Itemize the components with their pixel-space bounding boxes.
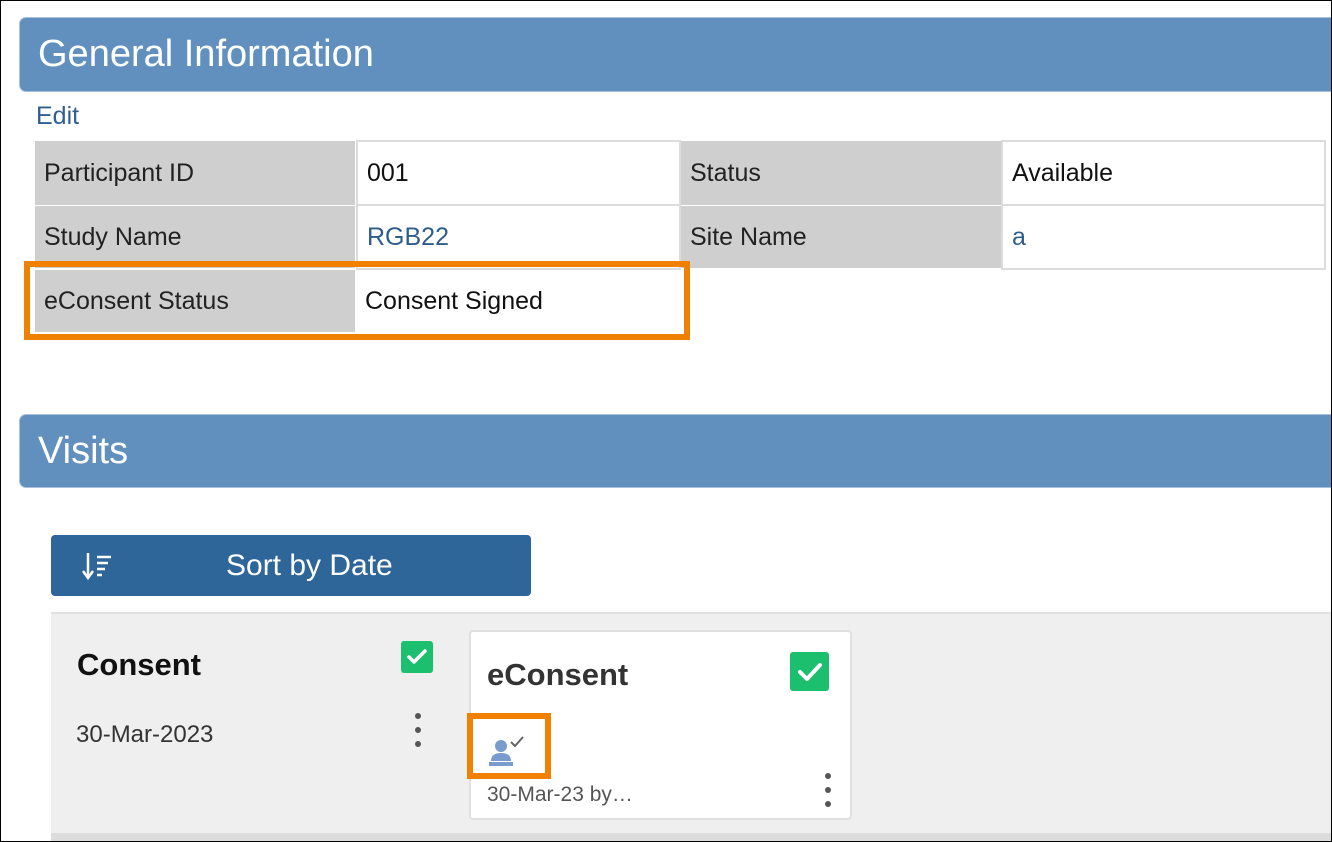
sort-by-date-button[interactable]: Sort by Date	[51, 535, 531, 596]
participant-id-value: 001	[356, 140, 681, 206]
edit-link[interactable]: Edit	[36, 102, 79, 131]
status-value: Available	[1001, 140, 1326, 206]
checkmark-icon	[407, 649, 427, 664]
checkmark-icon	[797, 662, 822, 681]
econsent-status-highlight	[24, 261, 690, 340]
visits-panel-footer	[51, 833, 1331, 841]
visit-title: Consent	[77, 647, 201, 682]
visit-more-options-icon[interactable]	[413, 713, 423, 747]
status-label: Status	[681, 141, 1001, 205]
form-card-meta: 30-Mar-23 by…	[487, 783, 633, 806]
form-card-title: eConsent	[487, 657, 629, 692]
site-name-link[interactable]: a	[1001, 204, 1326, 270]
sort-descending-icon	[81, 553, 111, 581]
visit-date: 30-Mar-2023	[76, 721, 214, 748]
sort-by-date-label: Sort by Date	[226, 549, 393, 582]
page-frame: General Information Edit Participant ID …	[0, 0, 1332, 842]
general-information-header[interactable]: General Information	[19, 17, 1331, 92]
visits-header[interactable]: Visits	[19, 414, 1331, 488]
form-more-options-icon[interactable]	[823, 773, 833, 807]
signature-icon-highlight	[467, 713, 551, 779]
form-complete-check-icon	[790, 652, 829, 691]
study-name-label: Study Name	[35, 206, 355, 268]
site-name-label: Site Name	[681, 206, 1001, 268]
participant-id-label: Participant ID	[35, 141, 355, 205]
visit-complete-check-icon	[401, 641, 433, 673]
